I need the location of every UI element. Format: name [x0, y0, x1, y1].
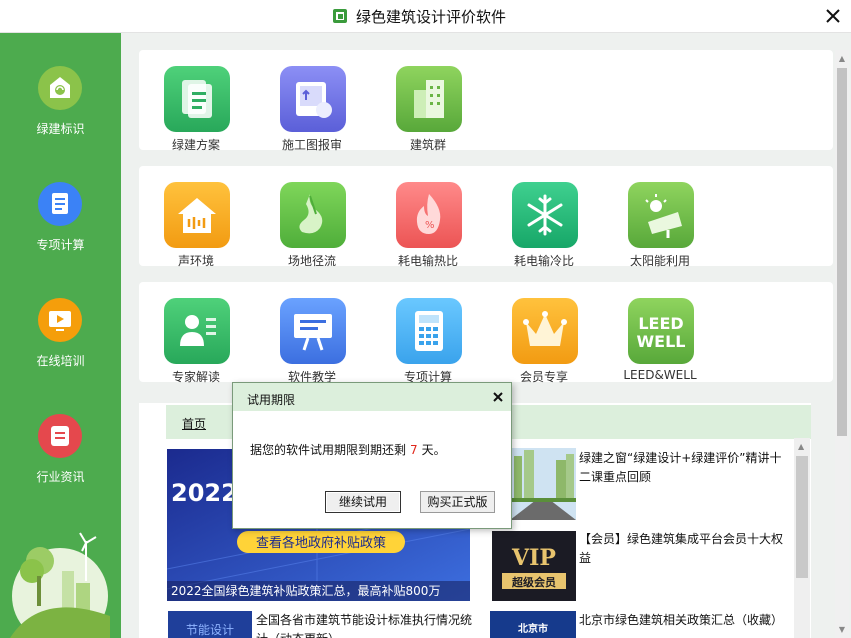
- news-scrollbar-thumb[interactable]: [796, 456, 808, 578]
- message-prefix: 据您的软件试用期限到期还剩: [250, 443, 407, 457]
- tile-label: 场地径流: [287, 254, 336, 268]
- news-thumb-street[interactable]: [510, 448, 576, 520]
- sidebar-item-special-calc[interactable]: 专项计算: [0, 182, 121, 272]
- news-link-3[interactable]: 全国各省市建筑节能设计标准执行情况统计（动态更新）: [256, 611, 478, 638]
- tile-label: 施工图报审: [281, 138, 342, 152]
- sidebar-item-label: 绿建标识: [36, 122, 85, 136]
- tile-label: 绿建方案: [171, 138, 220, 152]
- news-link-1[interactable]: 绿建之窗“绿建设计+绿建评价”精讲十二课重点回顾: [579, 449, 789, 487]
- days-remaining: 7: [410, 443, 418, 457]
- tile-green-scheme[interactable]: 绿建方案: [146, 58, 246, 154]
- sidebar-item-green-label[interactable]: 绿建标识: [0, 66, 121, 156]
- tab-home[interactable]: 首页: [182, 415, 206, 432]
- solar-panel-icon: [628, 182, 694, 248]
- tile-software-teaching[interactable]: 软件教学: [262, 290, 362, 386]
- video-play-icon: [38, 298, 82, 342]
- close-window-icon[interactable]: [823, 6, 843, 26]
- main-scrollbar[interactable]: ▲ ▼: [835, 50, 849, 638]
- scroll-down-icon[interactable]: ▼: [838, 626, 846, 634]
- flame-icon: %: [396, 182, 462, 248]
- tile-special-calc[interactable]: 专项计算: [378, 290, 478, 386]
- tile-heat-ratio[interactable]: % 耗电输热比: [378, 174, 478, 270]
- crown-icon: [512, 298, 578, 364]
- tile-sound-environment[interactable]: 声环境: [146, 174, 246, 270]
- dialog-title: 试用期限: [247, 393, 296, 407]
- tile-label: 太阳能利用: [629, 254, 690, 268]
- tile-label: 建筑群: [409, 138, 446, 152]
- trial-dialog: 试用期限 据您的软件试用期限到期还剩 7 天。 继续试用 购买正式版: [232, 382, 512, 529]
- vip-text: VIP: [511, 545, 556, 571]
- tile-construction-review[interactable]: 施工图报审: [262, 58, 362, 154]
- beijing-thumb-text: 北京市: [518, 622, 548, 635]
- tile-group-3: 专家解读 软件教学 专项计算 会员专享 LEED WELL LEED&WELL: [139, 282, 833, 384]
- teaching-icon: [280, 298, 346, 364]
- tile-label: 耗电输冷比: [513, 254, 574, 268]
- news-scrollbar[interactable]: ▲: [794, 438, 810, 638]
- tile-label: LEED&WELL: [623, 368, 697, 382]
- sidebar-item-label: 行业资讯: [36, 470, 85, 484]
- snowflake-icon: [512, 182, 578, 248]
- tile-building-group[interactable]: 建筑群: [378, 58, 478, 154]
- news-thumb-beijing[interactable]: 北京市: [490, 611, 576, 638]
- energy-thumb-text: 节能设计: [186, 623, 234, 637]
- news-icon: [38, 414, 82, 458]
- sidebar-item-industry-news[interactable]: 行业资讯: [0, 414, 121, 504]
- tile-member-exclusive[interactable]: 会员专享: [494, 290, 594, 386]
- leed-well-icon: LEED WELL: [628, 298, 694, 364]
- buy-full-version-button[interactable]: 购买正式版: [420, 491, 495, 513]
- tile-group-2: 声环境 场地径流 % 耗电输热比 耗电输冷比 太阳能利用: [139, 166, 833, 268]
- sidebar-item-label: 专项计算: [36, 238, 85, 252]
- sound-house-icon: [164, 182, 230, 248]
- buildings-icon: [396, 66, 462, 132]
- window-title: 绿色建筑设计评价软件: [356, 8, 507, 26]
- vip-subtext: 超级会员: [511, 575, 556, 589]
- tile-solar-use[interactable]: 太阳能利用: [610, 174, 710, 270]
- news-link-2[interactable]: 【会员】绿色建筑集成平台会员十大权益: [579, 530, 789, 568]
- tile-group-1: 绿建方案 施工图报审 建筑群: [139, 50, 833, 152]
- tile-leed-well[interactable]: LEED WELL LEED&WELL: [610, 290, 710, 386]
- scrollbar-thumb[interactable]: [837, 68, 847, 436]
- title-bar: 绿色建筑设计评价软件: [0, 0, 851, 33]
- leed-text: LEED: [638, 314, 683, 333]
- sidebar-item-online-training[interactable]: 在线培训: [0, 298, 121, 388]
- tile-cool-ratio[interactable]: 耗电输冷比: [494, 174, 594, 270]
- banner-year: 2022: [171, 479, 238, 507]
- tile-site-runoff[interactable]: 场地径流: [262, 174, 362, 270]
- expert-icon: [164, 298, 230, 364]
- calculator-icon: [396, 298, 462, 364]
- tile-label: 专家解读: [171, 370, 220, 384]
- message-suffix: 天。: [421, 443, 446, 457]
- news-link-4[interactable]: 北京市绿色建筑相关政策汇总（收藏）: [579, 611, 789, 630]
- news-thumb-vip[interactable]: VIP 超级会员: [492, 531, 576, 601]
- dialog-close-icon[interactable]: [491, 390, 505, 404]
- news-scroll-up-icon[interactable]: ▲: [798, 442, 804, 451]
- sidebar-item-label: 在线培训: [36, 354, 85, 368]
- well-text: WELL: [637, 332, 686, 351]
- scheme-doc-icon: [164, 66, 230, 132]
- banner-ribbon: 查看各地政府补贴政策: [256, 535, 386, 551]
- runoff-icon: [280, 182, 346, 248]
- dialog-header: 试用期限: [233, 383, 511, 411]
- banner-caption: 2022全国绿色建筑补贴政策汇总，最高补贴800万: [167, 581, 470, 601]
- continue-trial-button[interactable]: 继续试用: [325, 491, 401, 513]
- sidebar: 绿建标识 专项计算 在线培训 行业资讯: [0, 33, 121, 638]
- green-city-illustration: [10, 532, 110, 638]
- dialog-message: 据您的软件试用期限到期还剩 7 天。: [250, 441, 446, 458]
- tile-label: 声环境: [177, 254, 214, 268]
- news-thumb-energy[interactable]: 节能设计: [168, 611, 252, 638]
- app-logo-icon: [333, 9, 347, 23]
- tile-expert-reading[interactable]: 专家解读: [146, 290, 246, 386]
- tile-label: 耗电输热比: [397, 254, 458, 268]
- svg-text:%: %: [425, 220, 435, 231]
- document-icon: [38, 182, 82, 226]
- scroll-up-icon[interactable]: ▲: [838, 55, 846, 63]
- building-badge-icon: [38, 66, 82, 110]
- blueprint-icon: [280, 66, 346, 132]
